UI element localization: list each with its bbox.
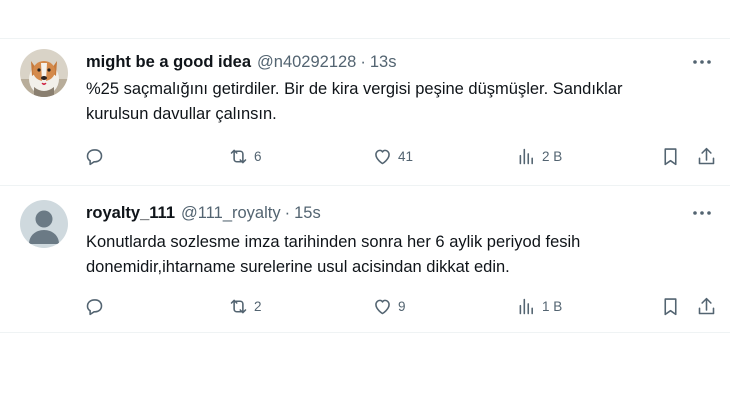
more-icon[interactable] xyxy=(690,52,714,72)
more-icon[interactable] xyxy=(690,203,714,223)
repost-icon xyxy=(230,149,247,163)
views-icon xyxy=(519,298,533,314)
like-count: 41 xyxy=(398,148,414,164)
timestamp[interactable]: 13s xyxy=(370,53,397,72)
separator-dot: · xyxy=(284,203,291,222)
action-bar: 6 41 2 B xyxy=(82,144,722,168)
share-icon xyxy=(698,147,715,164)
user-handle[interactable]: @n40292128 xyxy=(257,53,356,72)
share-button[interactable] xyxy=(696,294,717,318)
views-button[interactable]: 2 B xyxy=(516,144,562,168)
like-icon xyxy=(375,149,390,164)
tweet-text-line: %25 saçmalığını getirdiler. Bir de kira … xyxy=(86,80,623,98)
bookmark-icon xyxy=(664,297,677,315)
reply-button[interactable] xyxy=(84,294,110,318)
more-dots-glyph xyxy=(693,60,711,64)
share-icon xyxy=(698,297,715,314)
tweet-header: royalty_111 @111_royalty · 15s xyxy=(86,201,321,225)
views-count: 1 B xyxy=(542,298,563,314)
reply-button[interactable] xyxy=(84,144,110,168)
bookmark-button[interactable] xyxy=(660,144,681,168)
tweet-header: might be a good idea @n40292128 · 13s xyxy=(86,50,396,74)
bookmark-icon xyxy=(664,147,677,165)
repost-button[interactable]: 2 xyxy=(228,294,262,318)
more-dots-glyph xyxy=(693,211,711,215)
views-icon xyxy=(519,148,533,164)
tweet-text-line: kurulsun davullar çalınsın. xyxy=(86,105,277,123)
repost-button[interactable]: 6 xyxy=(228,144,262,168)
reply-tweet-2[interactable]: royalty_111 @111_royalty · 15s Konutlard… xyxy=(0,186,730,332)
repost-count: 2 xyxy=(254,298,262,314)
avatar[interactable] xyxy=(20,49,68,97)
timestamp[interactable]: 15s xyxy=(294,204,321,223)
user-handle[interactable]: @111_royalty xyxy=(181,204,281,223)
like-icon xyxy=(375,299,390,314)
display-name[interactable]: royalty_111 xyxy=(86,204,175,223)
like-count: 9 xyxy=(398,298,406,314)
views-count: 2 B xyxy=(542,148,563,164)
tweet-text: Konutlarda sozlesme imza tarihinden sonr… xyxy=(86,230,706,280)
like-button[interactable]: 9 xyxy=(372,294,406,318)
tweet-text-line: Konutlarda sozlesme imza tarihinden sonr… xyxy=(86,233,581,251)
reply-tweet-1[interactable]: might be a good idea @n40292128 · 13s %2… xyxy=(0,39,730,185)
display-name[interactable]: might be a good idea xyxy=(86,53,251,72)
share-button[interactable] xyxy=(696,144,717,168)
reply-icon xyxy=(86,298,103,315)
tweet-text: %25 saçmalığını getirdiler. Bir de kira … xyxy=(86,77,706,127)
dog-avatar-image xyxy=(20,49,68,97)
avatar[interactable] xyxy=(20,200,68,248)
repost-icon xyxy=(230,299,247,313)
repost-count: 6 xyxy=(254,148,262,164)
tweet-text-line: donemidir,ihtarname surelerine usul acis… xyxy=(86,258,510,276)
default-avatar-image xyxy=(20,200,68,248)
separator-dot: · xyxy=(360,52,366,71)
reply-feed: might be a good idea @n40292128 · 13s %2… xyxy=(0,0,730,333)
action-bar: 2 9 1 B xyxy=(82,294,722,318)
bookmark-button[interactable] xyxy=(660,294,681,318)
reply-icon xyxy=(86,148,103,165)
feed-bottom-divider xyxy=(0,332,730,333)
views-button[interactable]: 1 B xyxy=(516,294,562,318)
like-button[interactable]: 41 xyxy=(372,144,413,168)
